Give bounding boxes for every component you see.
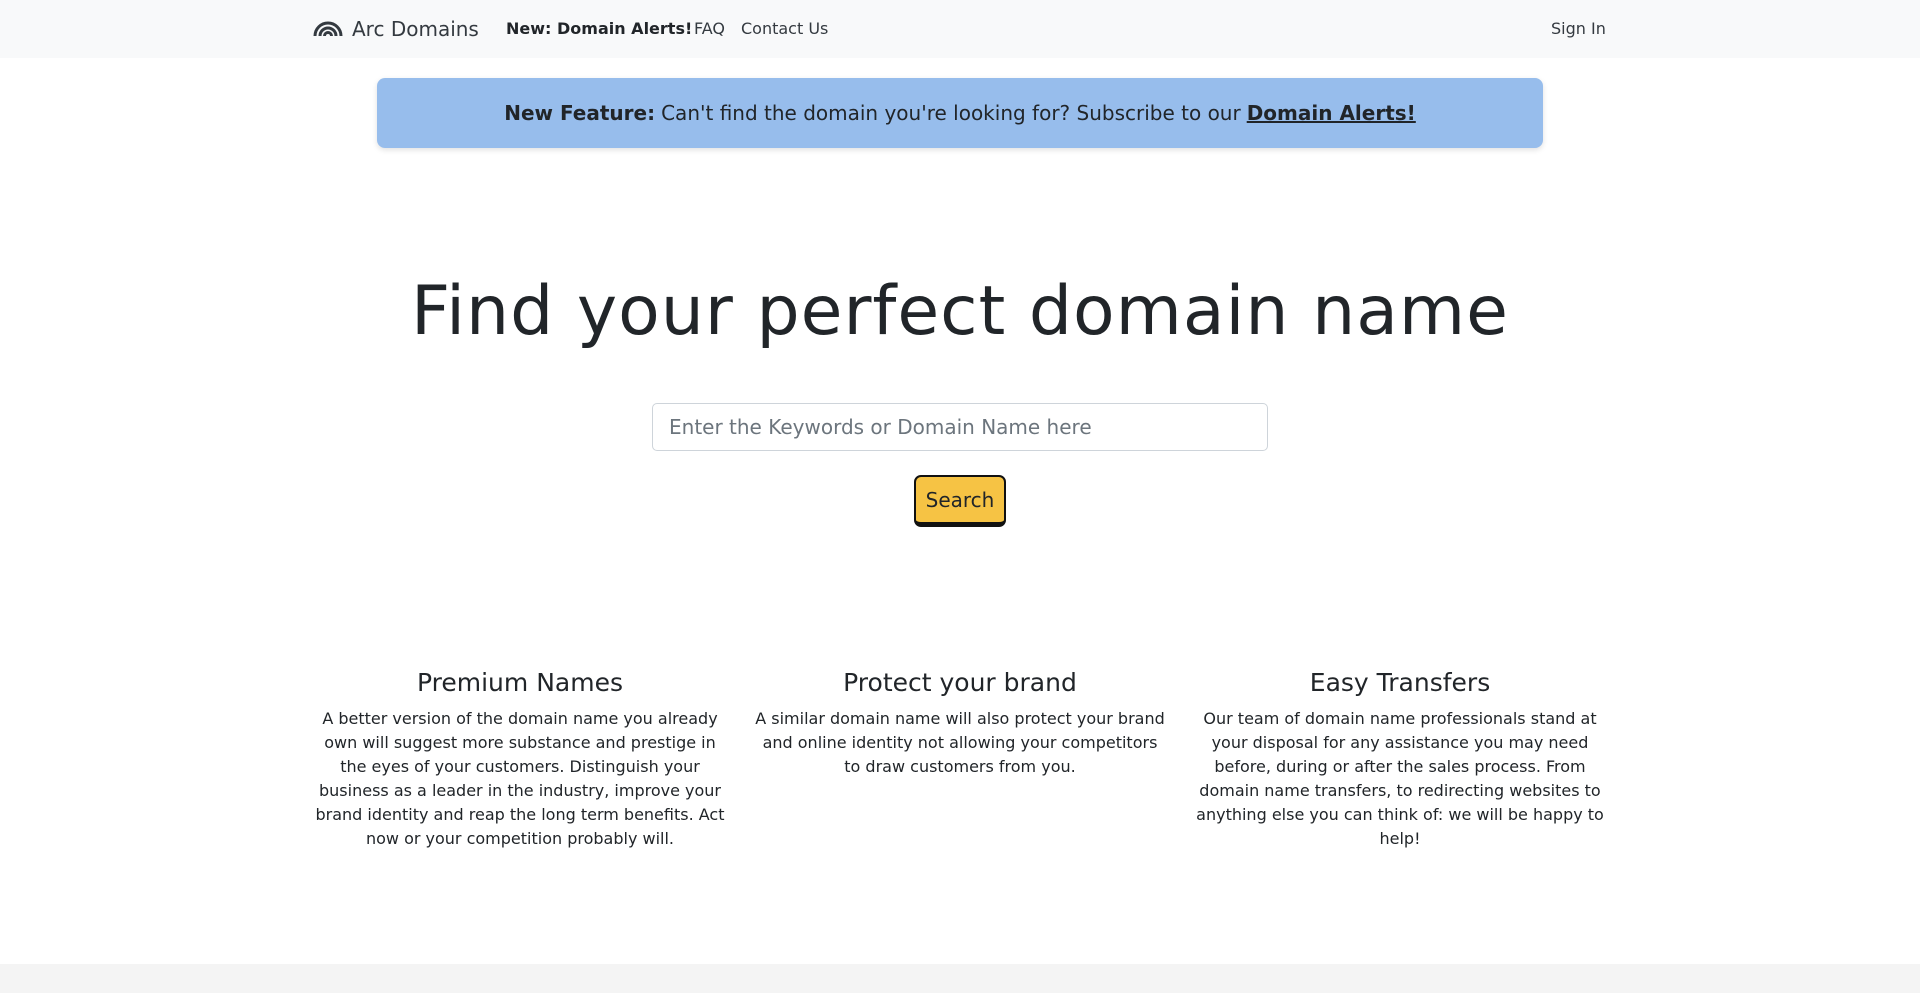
feature-text: A better version of the domain name you … — [315, 709, 725, 848]
feature-protect-brand: Protect your brand A similar domain name… — [754, 668, 1166, 779]
feature-title: Premium Names — [417, 668, 623, 697]
nav-domain-alerts-link[interactable]: New: Domain Alerts! — [506, 19, 692, 38]
footer-strip — [0, 964, 1920, 993]
feature-text: A similar domain name will also protect … — [755, 709, 1165, 776]
brand-link[interactable]: Arc Domains — [313, 15, 479, 43]
brand-name: Arc Domains — [352, 17, 479, 41]
search-button[interactable]: Search — [914, 475, 1006, 527]
top-navbar: Arc Domains New: Domain Alerts! FAQ Cont… — [0, 0, 1920, 58]
hero-title: Find your perfect domain name — [411, 272, 1509, 351]
new-feature-alert: New Feature: Can't find the domain you'r… — [377, 78, 1543, 148]
feature-premium-names: Premium Names A better version of the do… — [314, 668, 726, 851]
domain-search-input[interactable] — [652, 403, 1268, 451]
rainbow-arc-icon — [313, 16, 343, 43]
alert-domain-alerts-link[interactable]: Domain Alerts! — [1247, 101, 1416, 125]
alert-label: New Feature: — [504, 101, 656, 125]
feature-title: Protect your brand — [843, 668, 1077, 697]
nav-faq-link[interactable]: FAQ — [694, 19, 725, 38]
sign-in-link[interactable]: Sign In — [1551, 19, 1606, 38]
nav-contact-link[interactable]: Contact Us — [741, 19, 828, 38]
feature-easy-transfers: Easy Transfers Our team of domain name p… — [1194, 668, 1606, 851]
feature-text: Our team of domain name professionals st… — [1196, 709, 1604, 848]
feature-title: Easy Transfers — [1309, 668, 1491, 697]
alert-text: Can't find the domain you're looking for… — [661, 101, 1241, 125]
